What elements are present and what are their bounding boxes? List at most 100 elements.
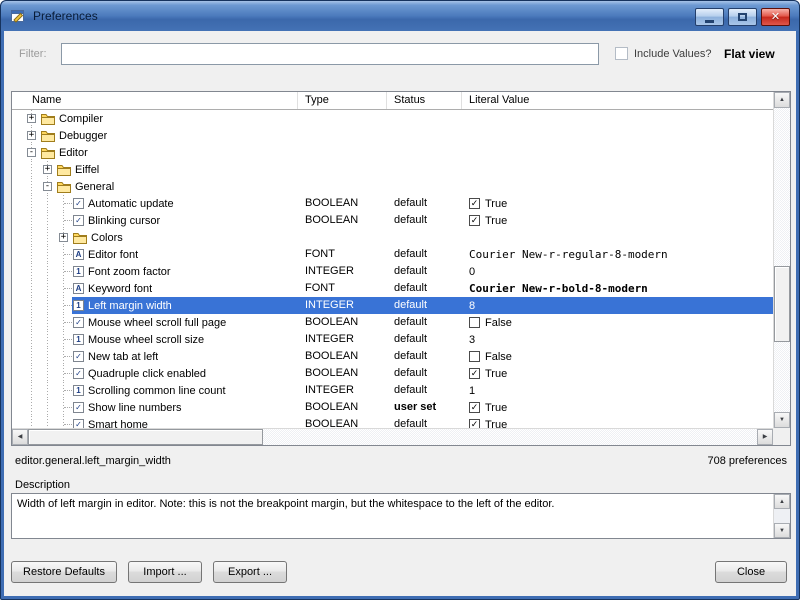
vertical-scrollbar[interactable]: ▲ ▼	[773, 92, 790, 428]
table-row[interactable]: + Compiler	[12, 110, 773, 127]
row-content: ✓New tab at left	[72, 348, 298, 365]
value-cell: ✓True	[462, 416, 773, 428]
folder-icon	[41, 130, 55, 142]
table-row[interactable]: 1Mouse wheel scroll sizeINTEGERdefault3	[12, 331, 773, 348]
table-row[interactable]: +Colors	[12, 229, 773, 246]
value-checkbox-unchecked[interactable]	[469, 317, 480, 328]
table-row[interactable]: ✓Show line numbersBOOLEANuser set✓True	[12, 399, 773, 416]
scroll-up-button[interactable]: ▲	[774, 92, 790, 108]
name-cell: +Colors	[12, 229, 298, 246]
restore-defaults-button[interactable]: Restore Defaults	[11, 561, 117, 583]
value-cell: False	[462, 314, 773, 331]
row-label: Quadruple click enabled	[88, 368, 206, 380]
tree-connector	[56, 365, 72, 382]
tree-guide-line	[40, 229, 56, 246]
table-row[interactable]: 1Scrolling common line countINTEGERdefau…	[12, 382, 773, 399]
font-pref-icon: A	[73, 283, 84, 294]
row-content: Compiler	[40, 110, 298, 127]
name-cell: ✓Smart home	[12, 416, 298, 428]
tree-guide-line	[40, 263, 56, 280]
vertical-scrollbar-track[interactable]	[774, 108, 790, 412]
status-cell	[387, 144, 462, 161]
table-row[interactable]: ✓Automatic updateBOOLEANdefault✓True	[12, 195, 773, 212]
table-row[interactable]: 1Left margin widthINTEGERdefault8	[12, 297, 773, 314]
close-button[interactable]: ✕	[761, 8, 790, 26]
expand-icon[interactable]: +	[27, 114, 36, 123]
status-cell	[387, 161, 462, 178]
table-row[interactable]: AEditor fontFONTdefaultCourier New-r-reg…	[12, 246, 773, 263]
maximize-button[interactable]	[728, 8, 757, 26]
table-row[interactable]: ✓Quadruple click enabledBOOLEANdefault✓T…	[12, 365, 773, 382]
status-cell: default	[387, 246, 462, 263]
value-checkbox-checked[interactable]: ✓	[469, 402, 480, 413]
collapse-icon[interactable]: -	[43, 182, 52, 191]
row-label: New tab at left	[88, 351, 158, 363]
column-header-type[interactable]: Type	[298, 92, 387, 109]
description-scroll-up-button[interactable]: ▲	[774, 494, 790, 509]
value-checkbox-checked[interactable]: ✓	[469, 215, 480, 226]
value-cell	[462, 110, 773, 127]
value-cell: ✓True	[462, 195, 773, 212]
minimize-button[interactable]	[695, 8, 724, 26]
scroll-left-button[interactable]: ◀	[12, 429, 28, 445]
collapse-icon[interactable]: -	[27, 148, 36, 157]
value-checkbox-checked[interactable]: ✓	[469, 368, 480, 379]
preferences-window: Preferences ✕ Filter: Include Values? Fl…	[0, 0, 800, 600]
table-row[interactable]: +Debugger	[12, 127, 773, 144]
value-cell: ✓True	[462, 212, 773, 229]
close-dialog-button[interactable]: Close	[715, 561, 787, 583]
export-button[interactable]: Export ...	[213, 561, 287, 583]
horizontal-scrollbar[interactable]: ◀ ▶	[12, 428, 773, 445]
filter-input[interactable]	[61, 43, 599, 65]
horizontal-scrollbar-track[interactable]	[28, 429, 757, 445]
table-row[interactable]: ✓New tab at leftBOOLEANdefaultFalse	[12, 348, 773, 365]
value-checkbox-unchecked[interactable]	[469, 351, 480, 362]
tree-guide-line	[24, 178, 40, 195]
tree-guide-line	[24, 212, 40, 229]
name-cell: +Debugger	[12, 127, 298, 144]
table-row[interactable]: -Editor	[12, 144, 773, 161]
column-header-status[interactable]: Status	[387, 92, 462, 109]
table-row[interactable]: -General	[12, 178, 773, 195]
tree-connector	[56, 348, 72, 365]
status-bar: editor.general.left_margin_width 708 pre…	[15, 453, 787, 469]
include-values-checkbox[interactable]	[615, 47, 628, 60]
tree-guide-line	[40, 297, 56, 314]
value-checkbox-checked[interactable]: ✓	[469, 419, 480, 428]
import-button[interactable]: Import ...	[128, 561, 202, 583]
table-row[interactable]: ✓Smart homeBOOLEANdefault✓True	[12, 416, 773, 428]
row-label: Blinking cursor	[88, 215, 160, 227]
expand-icon[interactable]: +	[59, 233, 68, 242]
selected-preference-path: editor.general.left_margin_width	[15, 455, 171, 467]
scroll-right-button[interactable]: ▶	[757, 429, 773, 445]
description-label: Description	[15, 479, 70, 491]
integer-pref-icon: 1	[73, 300, 84, 311]
tree-guide-line	[24, 280, 40, 297]
row-content: 1Font zoom factor	[72, 263, 298, 280]
column-header-literal-value[interactable]: Literal Value	[462, 92, 773, 109]
flat-view-toggle[interactable]: Flat view	[724, 47, 775, 61]
tree-guide-line	[40, 365, 56, 382]
value-text: False	[485, 317, 512, 329]
table-row[interactable]: +Eiffel	[12, 161, 773, 178]
tree-rows: + Compiler+Debugger-Editor+Eiffel-General…	[12, 110, 773, 428]
type-cell: BOOLEAN	[298, 314, 387, 331]
value-checkbox-checked[interactable]: ✓	[469, 198, 480, 209]
description-scrollbar[interactable]: ▲ ▼	[773, 494, 790, 538]
tree-guide-line	[40, 348, 56, 365]
scroll-down-button[interactable]: ▼	[774, 412, 790, 428]
expand-icon[interactable]: +	[27, 131, 36, 140]
table-row[interactable]: ✓Blinking cursorBOOLEANdefault✓True	[12, 212, 773, 229]
status-cell: default	[387, 416, 462, 428]
titlebar[interactable]: Preferences ✕	[1, 1, 799, 31]
table-row[interactable]: 1Font zoom factorINTEGERdefault0	[12, 263, 773, 280]
vertical-scrollbar-thumb[interactable]	[774, 266, 790, 342]
table-row[interactable]: ✓Mouse wheel scroll full pageBOOLEANdefa…	[12, 314, 773, 331]
row-content: 1Mouse wheel scroll size	[72, 331, 298, 348]
tree-guide-line	[40, 212, 56, 229]
table-row[interactable]: AKeyword fontFONTdefaultCourier New-r-bo…	[12, 280, 773, 297]
column-header-name[interactable]: Name	[12, 92, 298, 109]
horizontal-scrollbar-thumb[interactable]	[28, 429, 263, 445]
description-scroll-down-button[interactable]: ▼	[774, 523, 790, 538]
expand-icon[interactable]: +	[43, 165, 52, 174]
